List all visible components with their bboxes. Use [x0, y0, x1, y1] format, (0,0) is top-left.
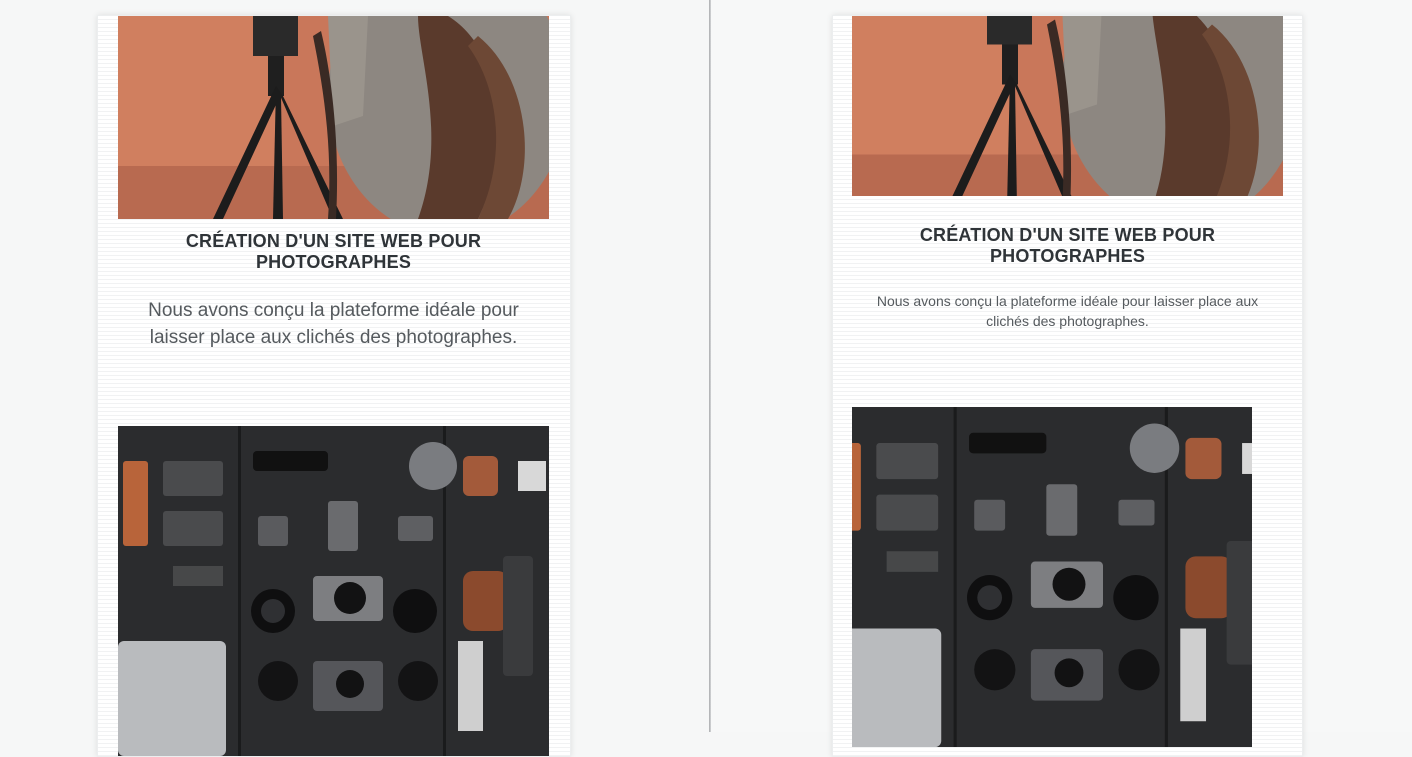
project-description: Nous avons conçu la plateforme idéale po…: [148, 300, 519, 348]
photographer-tripod-image: [118, 16, 549, 219]
right-preview-pane: CRÉATION D'UN SITE WEB POUR PHOTOGRAPHES…: [711, 0, 1412, 757]
camera-gear-image: [852, 407, 1252, 747]
left-preview-pane: CRÉATION D'UN SITE WEB POUR PHOTOGRAPHES…: [0, 0, 710, 757]
photographer-tripod-image: [852, 16, 1283, 196]
project-card: CRÉATION D'UN SITE WEB POUR PHOTOGRAPHES…: [97, 15, 571, 757]
project-title: CRÉATION D'UN SITE WEB POUR PHOTOGRAPHES: [919, 225, 1216, 266]
camera-gear-image: [118, 426, 549, 756]
project-description: Nous avons conçu la plateforme idéale po…: [876, 293, 1259, 329]
project-photo[interactable]: [852, 16, 1283, 196]
project-card: CRÉATION D'UN SITE WEB POUR PHOTOGRAPHES…: [832, 15, 1303, 757]
project-photo[interactable]: [118, 16, 549, 219]
next-project-photo[interactable]: [118, 426, 549, 756]
project-title: CRÉATION D'UN SITE WEB POUR PHOTOGRAPHES: [185, 231, 482, 272]
next-project-photo[interactable]: [852, 407, 1252, 747]
